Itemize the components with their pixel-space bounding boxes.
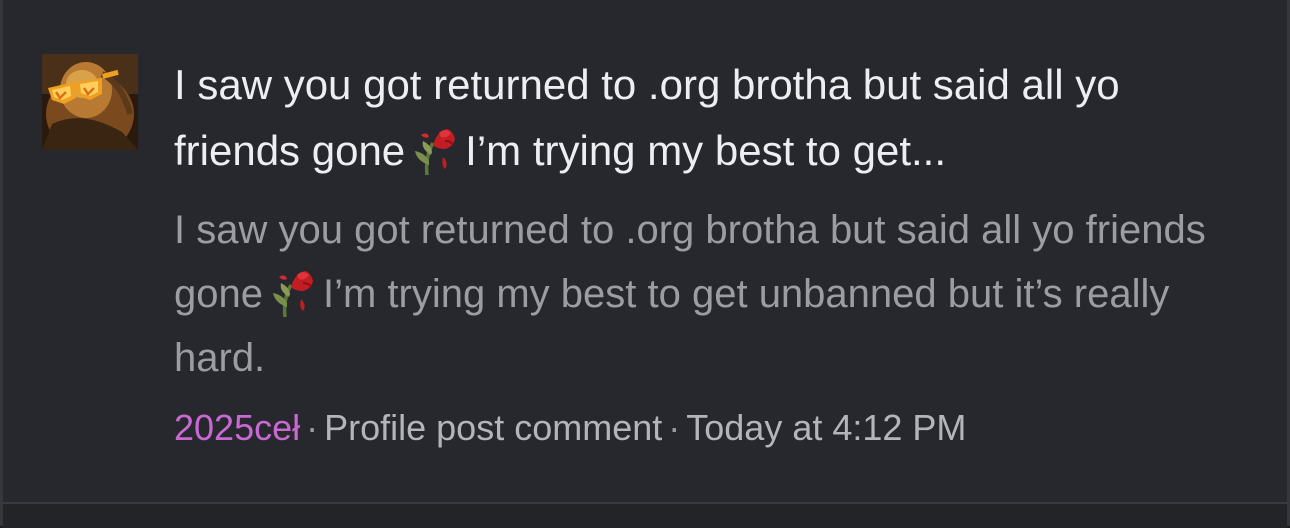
separator: · (668, 407, 681, 448)
separator: · (306, 407, 319, 448)
content-type-label: Profile post comment (324, 407, 663, 448)
alert-item[interactable]: I saw you got returned to .org brotha bu… (0, 0, 1290, 528)
username-link[interactable]: 2025ceł (174, 407, 300, 448)
post-title[interactable]: I saw you got returned to .org brotha bu… (174, 52, 1234, 184)
snippet-text-end: I’m trying my best to get unbanned but i… (174, 272, 1170, 380)
alert-content: I saw you got returned to .org brotha bu… (174, 52, 1234, 452)
title-text-end: I’m trying my best to get... (465, 127, 946, 174)
wilted-rose-icon (269, 263, 317, 319)
wilted-rose-icon (411, 121, 459, 177)
next-item-divider (3, 502, 1287, 528)
avatar[interactable] (42, 54, 138, 150)
post-snippet: I saw you got returned to .org brotha bu… (174, 198, 1234, 390)
post-meta: 2025ceł · Profile post comment · Today at 4:… (174, 404, 1234, 452)
timestamp[interactable]: Today at 4:12 PM (686, 407, 966, 448)
